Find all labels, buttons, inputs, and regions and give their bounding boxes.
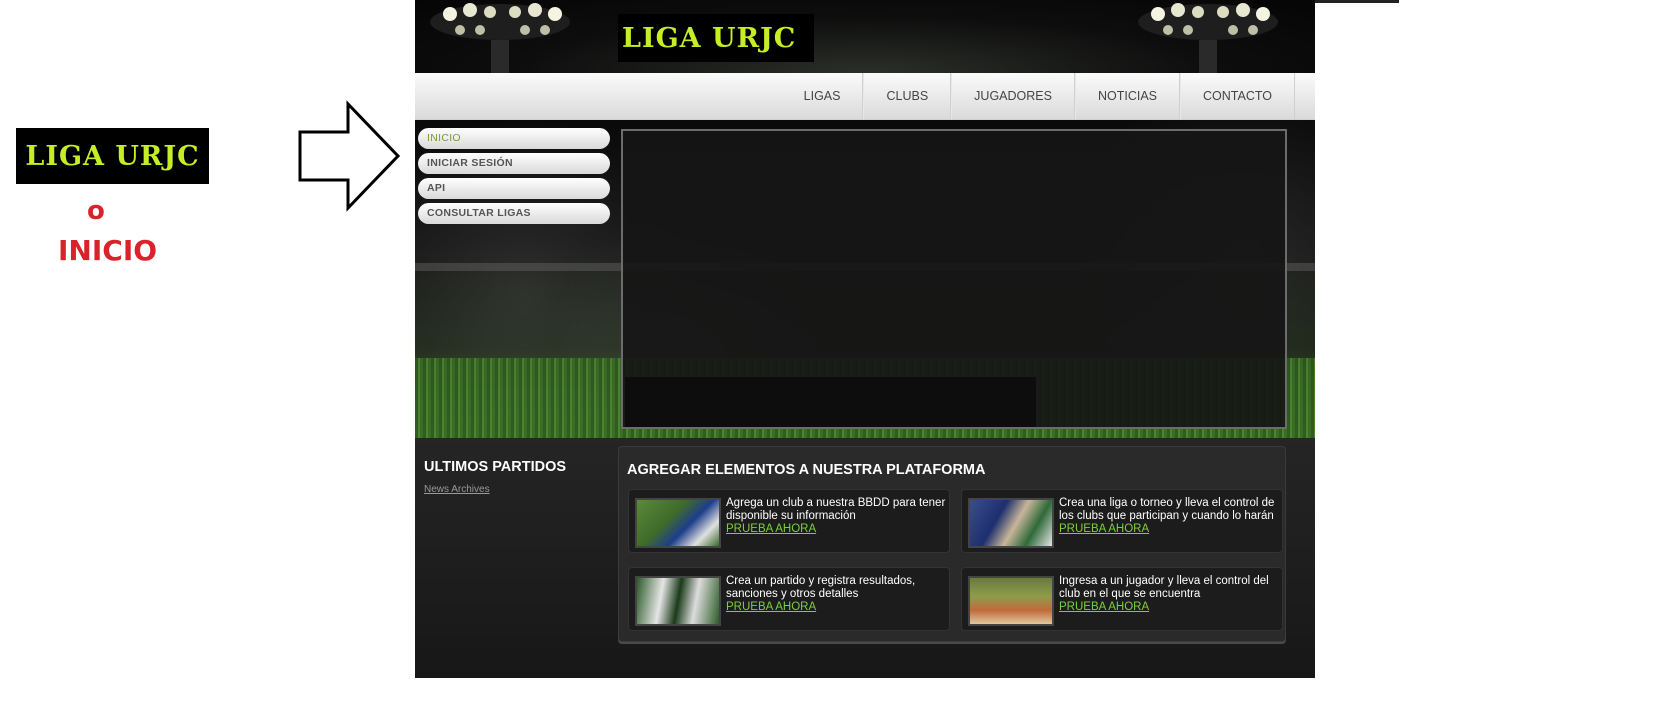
- feature-card-text: Crea una liga o torneo y lleva el contro…: [1059, 497, 1275, 522]
- slider-caption-area: [625, 377, 1036, 427]
- rugby-photo-thumbnail: [635, 576, 721, 626]
- feature-card: Agrega un club a nuestra BBDD para tener…: [628, 489, 950, 553]
- side-item-consultar-ligas[interactable]: CONSULTAR LIGAS: [418, 203, 610, 224]
- tennis-photo-thumbnail: [968, 576, 1054, 626]
- rugby-photo-thumbnail: [968, 498, 1054, 548]
- lower-content: ULTIMOS PARTIDOS News Archives AGREGAR E…: [415, 438, 1315, 678]
- side-menu: INICIO INICIAR SESIÓN API CONSULTAR LIGA…: [418, 128, 610, 228]
- stadium-lights-icon: [430, 3, 570, 73]
- feature-card: Crea un partido y registra resultados, s…: [628, 567, 950, 631]
- annotation-logo: LIGA URJC: [16, 128, 209, 184]
- edge-strip: [1315, 0, 1399, 3]
- side-item-iniciar-sesion[interactable]: INICIAR SESIÓN: [418, 153, 610, 174]
- nav-item-clubs[interactable]: CLUBS: [863, 73, 952, 119]
- annotation-logo-text: LIGA URJC: [25, 140, 200, 172]
- stadium-lights-icon: [1138, 3, 1278, 73]
- feature-card-text: Agrega un club a nuestra BBDD para tener…: [726, 497, 946, 522]
- main-nav: LIGAS CLUBS JUGADORES NOTICIAS CONTACTO: [415, 73, 1315, 120]
- main-nav-list: LIGAS CLUBS JUGADORES NOTICIAS CONTACTO: [782, 73, 1295, 119]
- nav-item-noticias[interactable]: NOTICIAS: [1074, 73, 1181, 119]
- nav-item-ligas[interactable]: LIGAS: [782, 73, 864, 119]
- news-archives-link[interactable]: News Archives: [424, 484, 490, 495]
- annotation-inicio: INICIO: [58, 234, 158, 267]
- site-header: LIGA URJC: [415, 0, 1315, 73]
- image-slider[interactable]: [621, 129, 1287, 429]
- side-item-api[interactable]: API: [418, 178, 610, 199]
- try-now-link[interactable]: PRUEBA AHORA: [1059, 523, 1149, 535]
- side-item-inicio[interactable]: INICIO: [418, 128, 610, 149]
- latest-matches-title: ULTIMOS PARTIDOS: [424, 459, 567, 475]
- try-now-link[interactable]: PRUEBA AHORA: [726, 601, 816, 613]
- feature-card: Ingresa a un jugador y lleva el control …: [961, 567, 1283, 631]
- feature-card-text: Ingresa a un jugador y lleva el control …: [1059, 575, 1269, 600]
- try-now-link[interactable]: PRUEBA AHORA: [726, 523, 816, 535]
- nav-item-jugadores[interactable]: JUGADORES: [951, 73, 1075, 119]
- rugby-photo-thumbnail: [635, 498, 721, 548]
- try-now-link[interactable]: PRUEBA AHORA: [1059, 601, 1149, 613]
- feature-card: Crea una liga o torneo y lleva el contro…: [961, 489, 1283, 553]
- features-panel: AGREGAR ELEMENTOS A NUESTRA PLATAFORMA A…: [618, 446, 1286, 642]
- site-frame: LIGA URJC LIGAS CLUBS JUGADORES NOTICIAS…: [415, 0, 1315, 678]
- annotation-or: o: [87, 196, 105, 226]
- site-logo-text: LIGA URJC: [622, 22, 797, 54]
- arrow-right-icon: [298, 100, 401, 212]
- feature-card-text: Crea un partido y registra resultados, s…: [726, 575, 916, 600]
- site-logo[interactable]: LIGA URJC: [618, 14, 814, 62]
- nav-item-contacto[interactable]: CONTACTO: [1180, 73, 1295, 119]
- features-title: AGREGAR ELEMENTOS A NUESTRA PLATAFORMA: [627, 462, 986, 478]
